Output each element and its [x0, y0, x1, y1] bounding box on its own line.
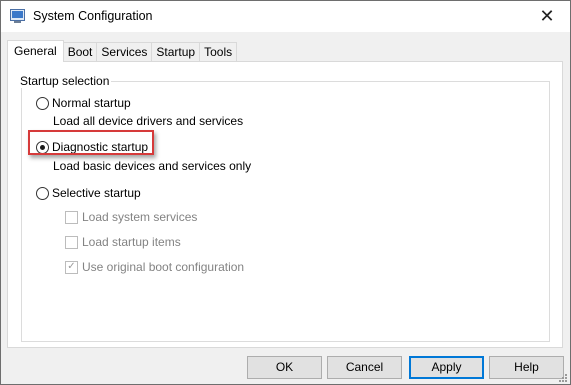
- checkbox[interactable]: [65, 235, 78, 249]
- tab-tools[interactable]: Tools: [199, 42, 238, 62]
- cancel-button[interactable]: Cancel: [327, 356, 402, 379]
- group-title: Startup selection: [18, 74, 112, 88]
- normal-startup-description: Load all device drivers and services: [53, 114, 244, 128]
- tab-general[interactable]: General: [7, 40, 64, 62]
- tab-startup[interactable]: Startup: [151, 42, 201, 62]
- close-icon[interactable]: ✕: [524, 1, 570, 32]
- tab-boot[interactable]: Boot: [62, 42, 98, 62]
- window-title: System Configuration: [33, 9, 153, 23]
- help-button[interactable]: Help: [489, 356, 564, 379]
- title-bar: System Configuration ✕: [1, 1, 570, 32]
- load-system-services-label: Load system services: [82, 210, 198, 224]
- apply-button[interactable]: Apply: [409, 356, 484, 379]
- checkbox-checked[interactable]: ✓: [65, 260, 78, 274]
- ok-button[interactable]: OK: [247, 356, 322, 379]
- load-startup-items-checkbox[interactable]: Load startup items: [65, 235, 181, 249]
- normal-startup-label: Normal startup: [52, 96, 131, 110]
- diagnostic-startup-description: Load basic devices and services only: [53, 159, 252, 173]
- use-original-boot-config-checkbox[interactable]: ✓ Use original boot configuration: [65, 260, 244, 274]
- radio-button[interactable]: [36, 186, 49, 200]
- use-original-boot-config-label: Use original boot configuration: [82, 260, 245, 274]
- checkbox[interactable]: [65, 210, 78, 224]
- msconfig-icon: [10, 9, 25, 23]
- system-configuration-window: System Configuration ✕ General Boot Serv…: [0, 0, 571, 385]
- selective-startup-radio[interactable]: Selective startup: [36, 186, 141, 200]
- selective-startup-label: Selective startup: [52, 186, 141, 200]
- normal-startup-radio[interactable]: Normal startup: [36, 96, 131, 110]
- tab-bar: General Boot Services Startup Tools: [7, 40, 238, 62]
- radio-button[interactable]: [36, 96, 49, 110]
- general-tab-panel: Startup selection Normal startup Load al…: [7, 61, 563, 348]
- tab-services[interactable]: Services: [96, 42, 153, 62]
- load-startup-items-label: Load startup items: [82, 235, 181, 249]
- load-system-services-checkbox[interactable]: Load system services: [65, 210, 197, 224]
- resize-grip-icon[interactable]: [558, 372, 568, 382]
- annotation-highlight: [28, 130, 154, 155]
